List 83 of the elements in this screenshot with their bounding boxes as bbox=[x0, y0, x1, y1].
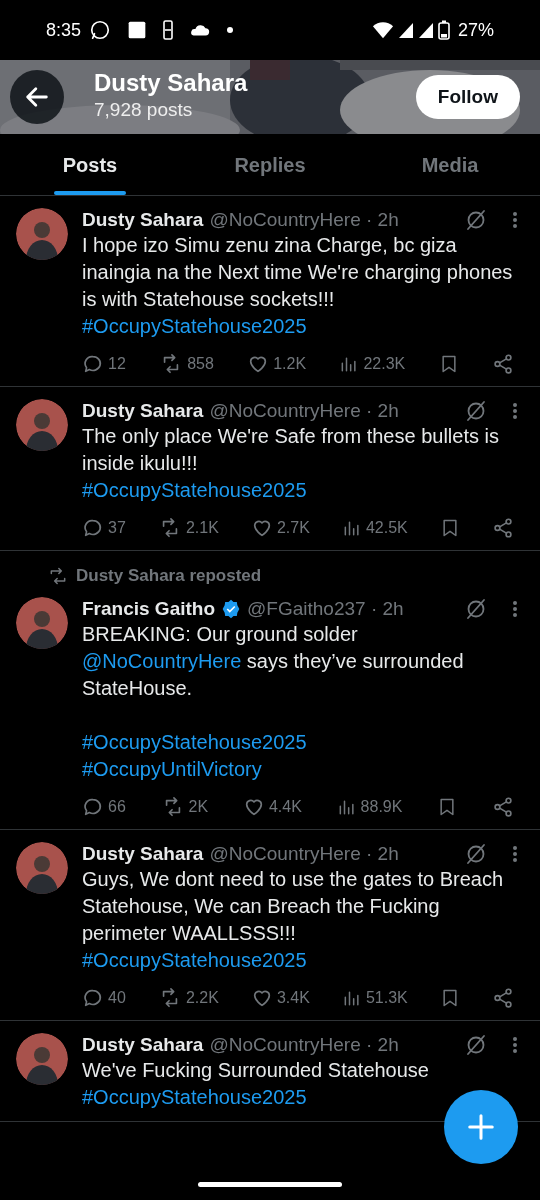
slashed-circle-icon[interactable] bbox=[464, 841, 488, 866]
share-icon bbox=[492, 986, 514, 1009]
home-indicator[interactable] bbox=[198, 1181, 342, 1187]
slashed-circle-icon[interactable] bbox=[464, 399, 488, 423]
handle-and-time: @NoCountryHere · 2h bbox=[209, 208, 399, 232]
repost-label: Dusty Sahara reposted bbox=[76, 565, 262, 587]
views-button[interactable]: 88.9K bbox=[336, 794, 403, 819]
author-name[interactable]: Dusty Sahara bbox=[82, 841, 204, 866]
plus-icon bbox=[466, 1112, 496, 1142]
author-name[interactable]: Dusty Sahara bbox=[82, 399, 204, 423]
repost-button[interactable]: 2.1K bbox=[157, 516, 219, 540]
repost-icon bbox=[48, 565, 68, 586]
like-button[interactable]: 4.4K bbox=[242, 794, 302, 819]
tweet-text: The only place We're Safe from these bullets is inside ikulu!!! #OccupyStatehouse2025 bbox=[82, 424, 500, 503]
author-name[interactable]: Dusty Sahara bbox=[82, 208, 204, 232]
share-icon bbox=[492, 517, 514, 539]
slashed-circle-icon[interactable] bbox=[464, 208, 488, 232]
share-button[interactable] bbox=[492, 517, 514, 539]
share-button[interactable] bbox=[491, 795, 514, 818]
hashtag-link[interactable]: #OccupyStatehouse2025 bbox=[82, 1085, 307, 1108]
tab[interactable]: Posts bbox=[0, 134, 180, 195]
wifi-icon bbox=[371, 21, 394, 39]
like-button[interactable]: 3.4K bbox=[250, 985, 310, 1010]
share-button[interactable] bbox=[492, 986, 514, 1009]
like-button[interactable]: 2.7K bbox=[250, 516, 310, 540]
tab[interactable]: Replies bbox=[180, 134, 360, 195]
post-count: 7,928 posts bbox=[94, 97, 194, 122]
author-name[interactable]: Dusty Sahara bbox=[82, 1032, 204, 1057]
battery-level: 27% bbox=[457, 18, 494, 42]
like-button[interactable]: 1.2K bbox=[247, 352, 307, 376]
chat-app-icon bbox=[89, 19, 112, 41]
handle-and-time: @NoCountryHere · 2h bbox=[209, 1032, 399, 1057]
tweet-text: BREAKING: Our ground solder @NoCountryHere says they’ve surrounded StateHouse. #OccupyStatehouse2025 #OccupyUntilVictory bbox=[82, 621, 465, 782]
reply-button[interactable]: 37 bbox=[82, 516, 126, 540]
share-button[interactable] bbox=[491, 353, 514, 375]
dot-icon bbox=[227, 27, 234, 33]
avatar[interactable] bbox=[16, 399, 68, 451]
share-icon bbox=[491, 795, 514, 818]
author-name[interactable]: Francis Gaitho bbox=[82, 596, 216, 621]
signal-icon bbox=[397, 22, 414, 38]
tweet-text: Guys, We dont need to use the gates to Breach Statehouse, We can Breach the Fucking perimeter WAALLSSS!!! #OccupyStatehouse2025 bbox=[82, 866, 504, 973]
repost-button[interactable]: 2.2K bbox=[157, 985, 219, 1010]
comment-icon bbox=[82, 353, 104, 375]
signal-icon bbox=[417, 22, 434, 38]
tweet-text: I hope izo Simu zenu zina Charge, bc giza inaingia na the Next time We're charging phones is with Statehouse sockets!!! #OccupyStatehouse2025 bbox=[82, 233, 514, 339]
square-icon bbox=[127, 20, 148, 40]
reply-button[interactable]: 40 bbox=[82, 985, 126, 1010]
hashtag-link[interactable]: #OccupyUntilVictory bbox=[82, 757, 262, 780]
hashtag-link[interactable]: #OccupyStatehouse2025 bbox=[82, 315, 307, 337]
hashtag-link[interactable]: #OccupyStatehouse2025 bbox=[82, 948, 307, 971]
avatar[interactable] bbox=[16, 1032, 68, 1085]
slashed-circle-icon[interactable] bbox=[464, 596, 488, 621]
tweet-text: We've Fucking Surrounded Statehouse #OccupyStatehouse2025 bbox=[82, 1057, 429, 1110]
avatar[interactable] bbox=[16, 596, 68, 649]
views-button[interactable]: 51.3K bbox=[341, 985, 408, 1010]
handle-and-time: @NoCountryHere · 2h bbox=[209, 399, 399, 423]
more-options-icon[interactable] bbox=[512, 401, 518, 421]
repost-button[interactable]: 858 bbox=[159, 352, 214, 376]
profile-name: Dusty Sahara bbox=[94, 69, 248, 96]
hashtag-link[interactable]: #OccupyStatehouse2025 bbox=[82, 479, 307, 501]
comment-icon bbox=[82, 517, 104, 539]
reply-button[interactable]: 66 bbox=[82, 794, 126, 819]
more-options-icon[interactable] bbox=[512, 843, 518, 864]
battery-icon bbox=[437, 20, 450, 40]
hashtag-link[interactable]: #OccupyStatehouse2025 bbox=[82, 730, 307, 753]
views-button[interactable]: 22.3K bbox=[339, 352, 406, 376]
avatar[interactable] bbox=[16, 841, 68, 894]
mention-link[interactable]: @NoCountryHere bbox=[82, 649, 242, 672]
share-icon bbox=[491, 353, 514, 375]
phone-icon bbox=[163, 20, 174, 40]
slashed-circle-icon[interactable] bbox=[464, 1032, 488, 1057]
handle-and-time: @FGaitho237 · 2h bbox=[247, 596, 404, 621]
tab[interactable]: Media bbox=[360, 134, 540, 195]
reply-button[interactable]: 12 bbox=[82, 352, 126, 376]
more-options-icon[interactable] bbox=[512, 598, 518, 619]
more-options-icon[interactable] bbox=[512, 210, 518, 230]
repost-button[interactable]: 2K bbox=[160, 794, 209, 819]
avatar[interactable] bbox=[16, 208, 68, 260]
clock-time: 8:35 bbox=[46, 18, 82, 42]
handle-and-time: @NoCountryHere · 2h bbox=[209, 841, 399, 866]
cloud-icon bbox=[189, 23, 212, 37]
views-button[interactable]: 42.5K bbox=[341, 516, 408, 540]
more-options-icon[interactable] bbox=[512, 1034, 518, 1055]
